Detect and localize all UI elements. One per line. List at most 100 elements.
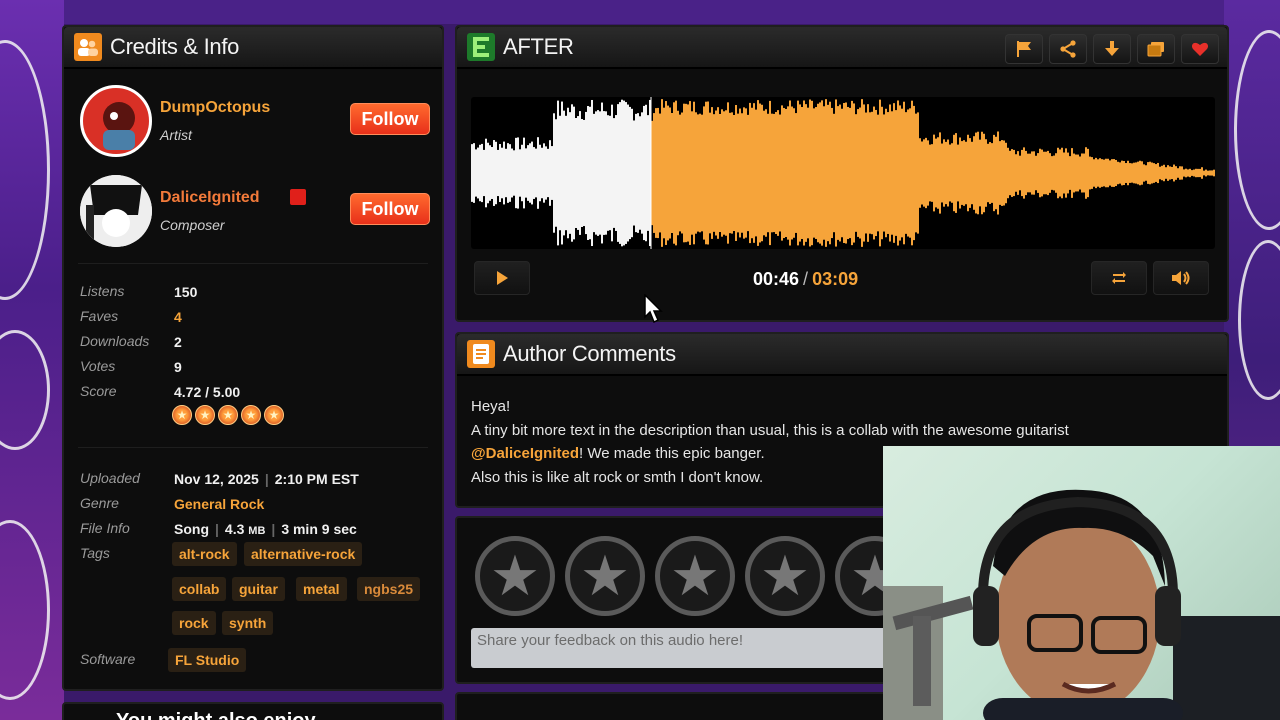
- waveform-bar: [615, 115, 617, 231]
- waveform-bar: [1105, 158, 1107, 188]
- tag-link[interactable]: collab: [172, 577, 227, 601]
- artist-avatar[interactable]: [80, 85, 152, 157]
- artist-name-link[interactable]: DumpOctopus: [160, 99, 270, 117]
- waveform-bar: [689, 101, 691, 245]
- composer-avatar[interactable]: [80, 175, 152, 247]
- waveform-bar: [489, 145, 491, 201]
- loop-button[interactable]: [1091, 261, 1147, 295]
- tag-link[interactable]: ngbs25: [357, 577, 421, 601]
- follow-composer-button[interactable]: Follow: [350, 193, 430, 225]
- tag-link[interactable]: metal: [296, 577, 347, 601]
- waveform-scrubber[interactable]: [471, 97, 1215, 249]
- document-icon: [467, 340, 495, 368]
- rating-star-2[interactable]: ★: [565, 536, 645, 616]
- waveform-bar: [1209, 170, 1211, 176]
- waveform-bar: [811, 100, 813, 246]
- tag-link[interactable]: alt-rock: [172, 542, 237, 566]
- waveform-bar: [709, 112, 711, 234]
- playlist-icon[interactable]: [1137, 34, 1175, 64]
- waveform-bar: [1117, 161, 1119, 185]
- waveform-bar: [965, 141, 967, 205]
- waveform-bar: [815, 107, 817, 239]
- waveform-bar: [833, 113, 835, 233]
- player-header: AFTER: [457, 27, 1227, 69]
- waveform-bar: [993, 134, 995, 212]
- waveform-bar: [695, 112, 697, 234]
- waveform-bar: [671, 112, 673, 234]
- waveform-bar: [631, 108, 633, 238]
- share-icon[interactable]: [1049, 34, 1087, 64]
- genre-link[interactable]: General Rock: [174, 496, 264, 512]
- fileinfo-value: Song | 4.3 MB | 3 min 9 sec: [174, 521, 357, 537]
- waveform-bar: [785, 108, 787, 238]
- stat-faves-value[interactable]: 4: [174, 309, 182, 325]
- waveform-bar: [943, 139, 945, 207]
- waveform-bar: [1213, 169, 1215, 177]
- tag-link[interactable]: guitar: [232, 577, 285, 601]
- software-link[interactable]: FL Studio: [168, 648, 247, 672]
- waveform-bar: [1053, 155, 1055, 191]
- star-icon: ★: [172, 405, 192, 425]
- waveform-bar: [1085, 147, 1087, 199]
- waveform-bar: [557, 100, 559, 246]
- waveform-bar: [715, 110, 717, 236]
- rating-star-1[interactable]: ★: [475, 536, 555, 616]
- waveform-bar: [803, 100, 805, 246]
- waveform-bar: [1171, 166, 1173, 180]
- waveform-bar: [1203, 170, 1205, 176]
- waveform-bar: [889, 104, 891, 242]
- waveform-bar: [1137, 161, 1139, 185]
- waveform-bar: [665, 101, 667, 245]
- waveform-bar: [677, 110, 679, 236]
- follow-artist-button[interactable]: Follow: [350, 103, 430, 135]
- waveform-bar: [605, 111, 607, 235]
- waveform-bar: [703, 106, 705, 240]
- waveform-bar: [1153, 163, 1155, 183]
- flag-icon[interactable]: [1005, 34, 1043, 64]
- waveform-bar: [525, 148, 527, 198]
- waveform-bar: [699, 113, 701, 233]
- waveform-bar: [561, 101, 563, 245]
- waveform-bar: [817, 103, 819, 243]
- credits-title: Credits & Info: [110, 34, 240, 59]
- waveform-bar: [795, 113, 797, 233]
- waveform-bar: [959, 137, 961, 209]
- waveform-bar: [1015, 154, 1017, 192]
- waveform-bar: [797, 100, 799, 246]
- waveform-bar: [681, 112, 683, 234]
- waveform-bar: [923, 139, 925, 207]
- mention-link[interactable]: @DaliceIgnited: [471, 445, 579, 462]
- waveform-bar: [1125, 163, 1127, 183]
- favorite-icon[interactable]: [1181, 34, 1219, 64]
- waveform-bar: [663, 107, 665, 239]
- play-button[interactable]: [474, 261, 530, 295]
- waveform-bar: [903, 101, 905, 245]
- waveform-bar: [1025, 150, 1027, 196]
- waveform-bar: [879, 99, 881, 247]
- waveform-bar: [813, 108, 815, 238]
- tag-link[interactable]: rock: [172, 611, 216, 635]
- composer-name-link[interactable]: DaliceIgnited: [160, 189, 260, 207]
- rating-star-3[interactable]: ★: [655, 536, 735, 616]
- volume-button[interactable]: [1153, 261, 1209, 295]
- rating-star-4[interactable]: ★: [745, 536, 825, 616]
- waveform-bar: [647, 115, 649, 231]
- tag-link[interactable]: synth: [222, 611, 274, 635]
- waveform-bar: [845, 102, 847, 244]
- waveform-bar: [999, 141, 1001, 205]
- waveform-bar: [983, 133, 985, 213]
- download-icon[interactable]: [1093, 34, 1131, 64]
- waveform-bar: [855, 114, 857, 232]
- waveform-bar: [1143, 164, 1145, 182]
- waveform-bar: [739, 108, 741, 238]
- current-time: 00:46: [753, 269, 800, 289]
- waveform-bar: [713, 114, 715, 232]
- waveform-bar: [885, 108, 887, 238]
- waveform-bar: [793, 108, 795, 238]
- tag-link[interactable]: alternative-rock: [244, 542, 363, 566]
- feedback-input[interactable]: Share your feedback on this audio here!: [471, 628, 901, 668]
- waveform-bar: [759, 103, 761, 243]
- also-title: You might also enjoy: [116, 710, 316, 720]
- waveform-bar: [733, 114, 735, 232]
- waveform-bar: [573, 106, 575, 240]
